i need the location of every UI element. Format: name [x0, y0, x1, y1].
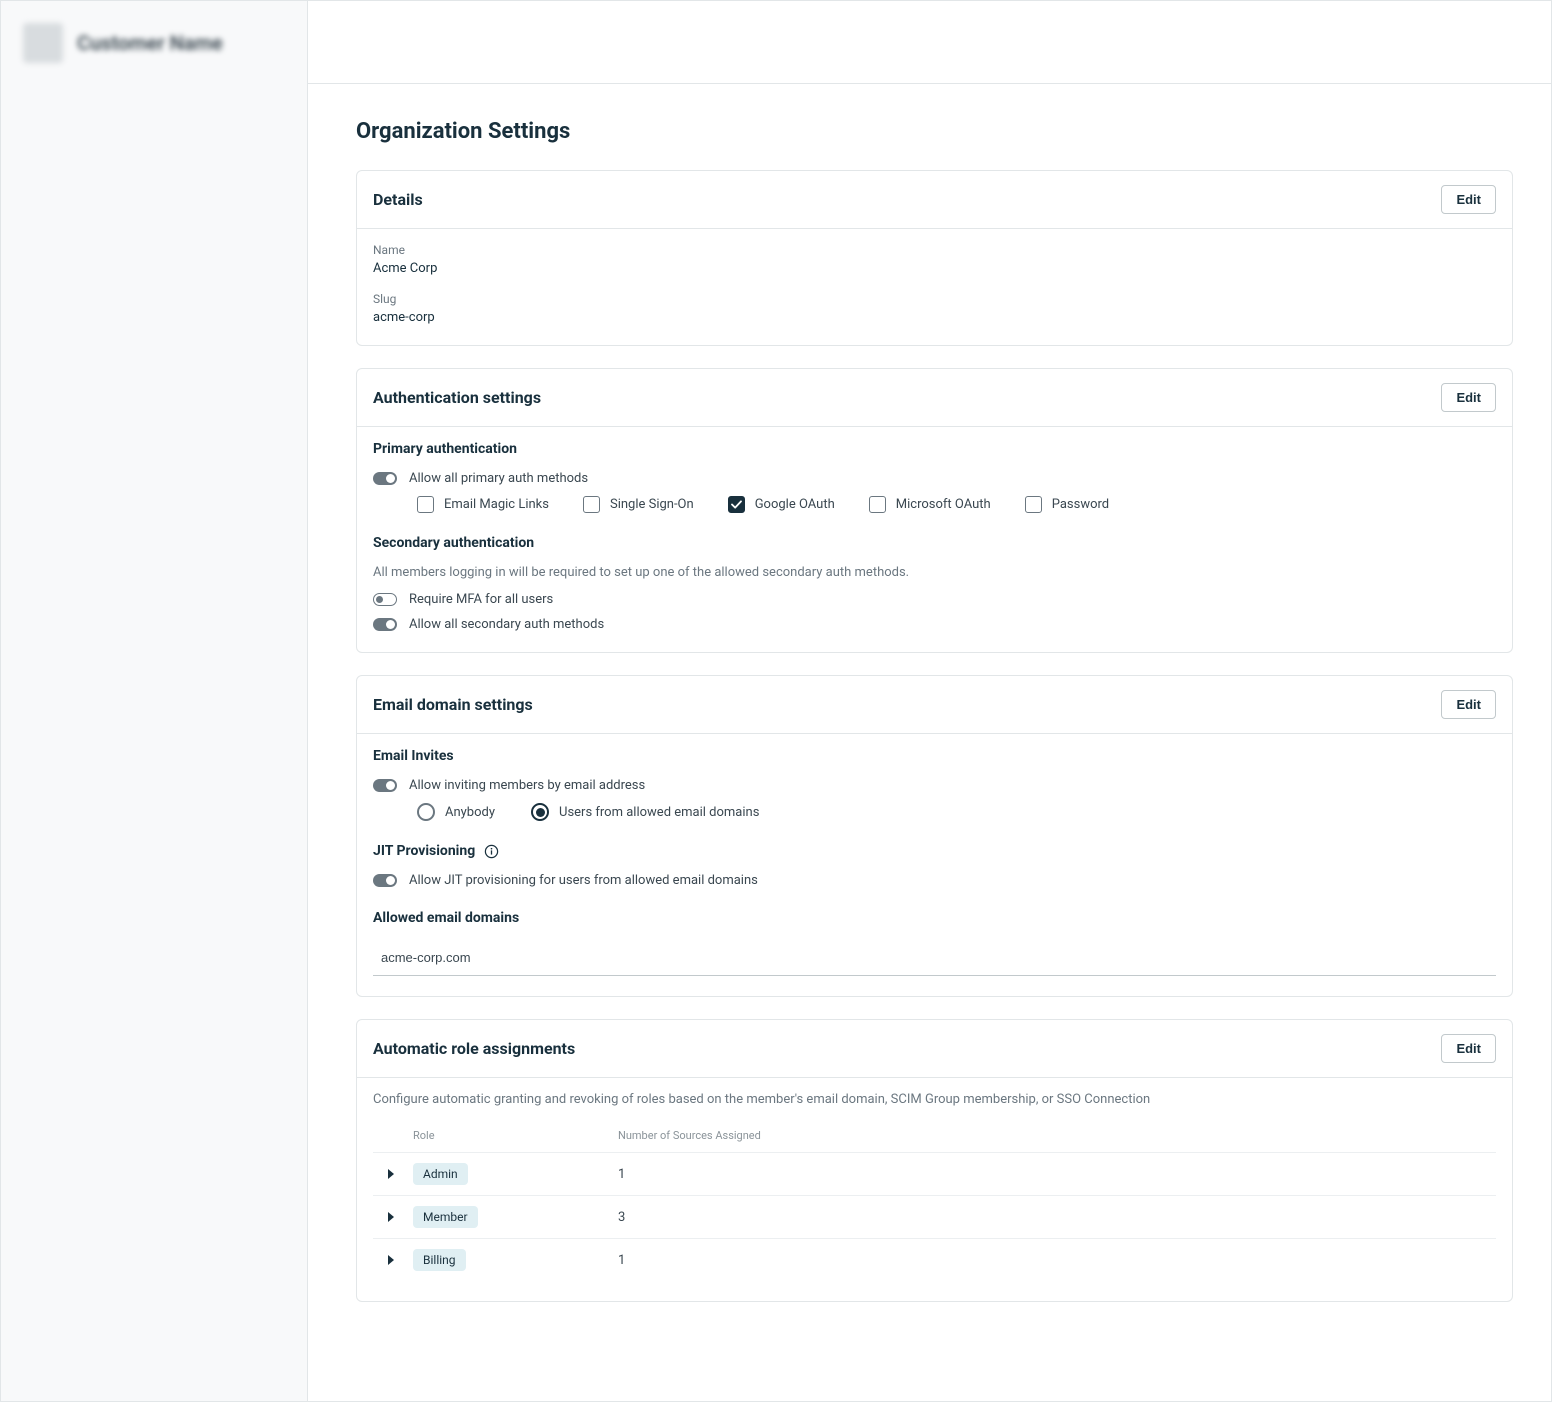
roles-card: Automatic role assignments Edit Configur…	[356, 1019, 1513, 1302]
checkbox[interactable]	[728, 496, 745, 513]
sidebar-header[interactable]: Customer Name	[1, 1, 307, 85]
email-domain-card: Email domain settings Edit Email Invites…	[356, 675, 1513, 997]
table-row[interactable]: Billing 1	[373, 1238, 1496, 1281]
checkbox[interactable]	[1025, 496, 1042, 513]
caret-right-icon[interactable]	[383, 1209, 399, 1225]
caret-right-icon[interactable]	[383, 1252, 399, 1268]
roles-card-header: Automatic role assignments Edit	[357, 1020, 1512, 1078]
allow-invites-toggle[interactable]	[373, 779, 397, 792]
auth-method-item[interactable]: Single Sign-On	[583, 496, 694, 513]
avatar	[23, 23, 63, 63]
auth-card: Authentication settings Edit Primary aut…	[356, 368, 1513, 653]
auth-card-header: Authentication settings Edit	[357, 369, 1512, 427]
roles-edit-button[interactable]: Edit	[1441, 1034, 1496, 1063]
email-invites-heading: Email Invites	[373, 748, 1496, 764]
roles-hint: Configure automatic granting and revokin…	[373, 1092, 1496, 1107]
details-edit-button[interactable]: Edit	[1441, 185, 1496, 214]
checkbox[interactable]	[583, 496, 600, 513]
content: Organization Settings Details Edit Name …	[308, 84, 1551, 1364]
secondary-auth-heading: Secondary authentication	[373, 535, 1496, 551]
main: Organization Settings Details Edit Name …	[308, 1, 1551, 1401]
auth-method-item[interactable]: Google OAuth	[728, 496, 835, 513]
allow-jit-label: Allow JIT provisioning for users from al…	[409, 873, 758, 888]
details-title: Details	[373, 190, 423, 209]
auth-method-label: Microsoft OAuth	[896, 497, 991, 512]
sidebar: Customer Name	[1, 1, 308, 1401]
invite-radio-row: Anybody Users from allowed email domains	[417, 803, 1496, 821]
customer-name: Customer Name	[77, 31, 223, 55]
role-badge: Billing	[413, 1249, 466, 1271]
auth-title: Authentication settings	[373, 388, 541, 407]
caret-right-icon[interactable]	[383, 1166, 399, 1182]
auth-edit-button[interactable]: Edit	[1441, 383, 1496, 412]
roles-th-sources: Number of Sources Assigned	[618, 1129, 1496, 1142]
info-icon[interactable]	[483, 843, 499, 859]
slug-label: Slug	[373, 292, 1496, 306]
role-source-count: 3	[618, 1210, 625, 1225]
slug-value: acme-corp	[373, 310, 1496, 325]
page-title: Organization Settings	[356, 119, 1513, 144]
email-domain-edit-button[interactable]: Edit	[1441, 690, 1496, 719]
name-value: Acme Corp	[373, 261, 1496, 276]
table-row[interactable]: Member 3	[373, 1195, 1496, 1238]
allow-all-secondary-label: Allow all secondary auth methods	[409, 617, 604, 632]
primary-auth-heading: Primary authentication	[373, 441, 1496, 457]
details-card: Details Edit Name Acme Corp Slug acme-co…	[356, 170, 1513, 346]
app-frame: Customer Name Organization Settings Deta…	[0, 0, 1552, 1402]
invite-radio-label: Users from allowed email domains	[559, 805, 759, 820]
allow-jit-toggle[interactable]	[373, 874, 397, 887]
allow-all-primary-toggle[interactable]	[373, 472, 397, 485]
allowed-domain-input[interactable]	[373, 940, 1496, 976]
role-source-count: 1	[618, 1167, 625, 1182]
checkbox[interactable]	[417, 496, 434, 513]
name-label: Name	[373, 243, 1496, 257]
table-row[interactable]: Admin 1	[373, 1152, 1496, 1195]
allow-all-secondary-toggle[interactable]	[373, 618, 397, 631]
allow-invites-label: Allow inviting members by email address	[409, 778, 645, 793]
radio[interactable]	[417, 803, 435, 821]
auth-method-label: Google OAuth	[755, 497, 835, 512]
secondary-hint: All members logging in will be required …	[373, 565, 1496, 580]
auth-method-item[interactable]: Microsoft OAuth	[869, 496, 991, 513]
checkbox[interactable]	[869, 496, 886, 513]
auth-method-item[interactable]: Email Magic Links	[417, 496, 549, 513]
require-mfa-label: Require MFA for all users	[409, 592, 553, 607]
require-mfa-toggle[interactable]	[373, 593, 397, 606]
email-domain-card-header: Email domain settings Edit	[357, 676, 1512, 734]
topbar	[308, 1, 1551, 84]
role-badge: Member	[413, 1206, 478, 1228]
role-badge: Admin	[413, 1163, 468, 1185]
allow-all-primary-label: Allow all primary auth methods	[409, 471, 588, 486]
roles-th-role: Role	[413, 1129, 618, 1142]
roles-title: Automatic role assignments	[373, 1039, 575, 1058]
auth-method-label: Single Sign-On	[610, 497, 694, 512]
invite-radio-item[interactable]: Users from allowed email domains	[531, 803, 759, 821]
auth-methods-row: Email Magic Links Single Sign-On Google OA…	[417, 496, 1496, 513]
radio[interactable]	[531, 803, 549, 821]
invite-radio-label: Anybody	[445, 805, 495, 820]
auth-method-label: Password	[1052, 497, 1109, 512]
details-card-header: Details Edit	[357, 171, 1512, 229]
role-source-count: 1	[618, 1253, 625, 1268]
jit-heading: JIT Provisioning	[373, 843, 475, 859]
auth-method-item[interactable]: Password	[1025, 496, 1109, 513]
email-domain-title: Email domain settings	[373, 695, 533, 714]
invite-radio-item[interactable]: Anybody	[417, 803, 495, 821]
auth-method-label: Email Magic Links	[444, 497, 549, 512]
allowed-domains-heading: Allowed email domains	[373, 910, 1496, 926]
roles-table: Role Number of Sources Assigned Admin 1 Me…	[373, 1123, 1496, 1281]
